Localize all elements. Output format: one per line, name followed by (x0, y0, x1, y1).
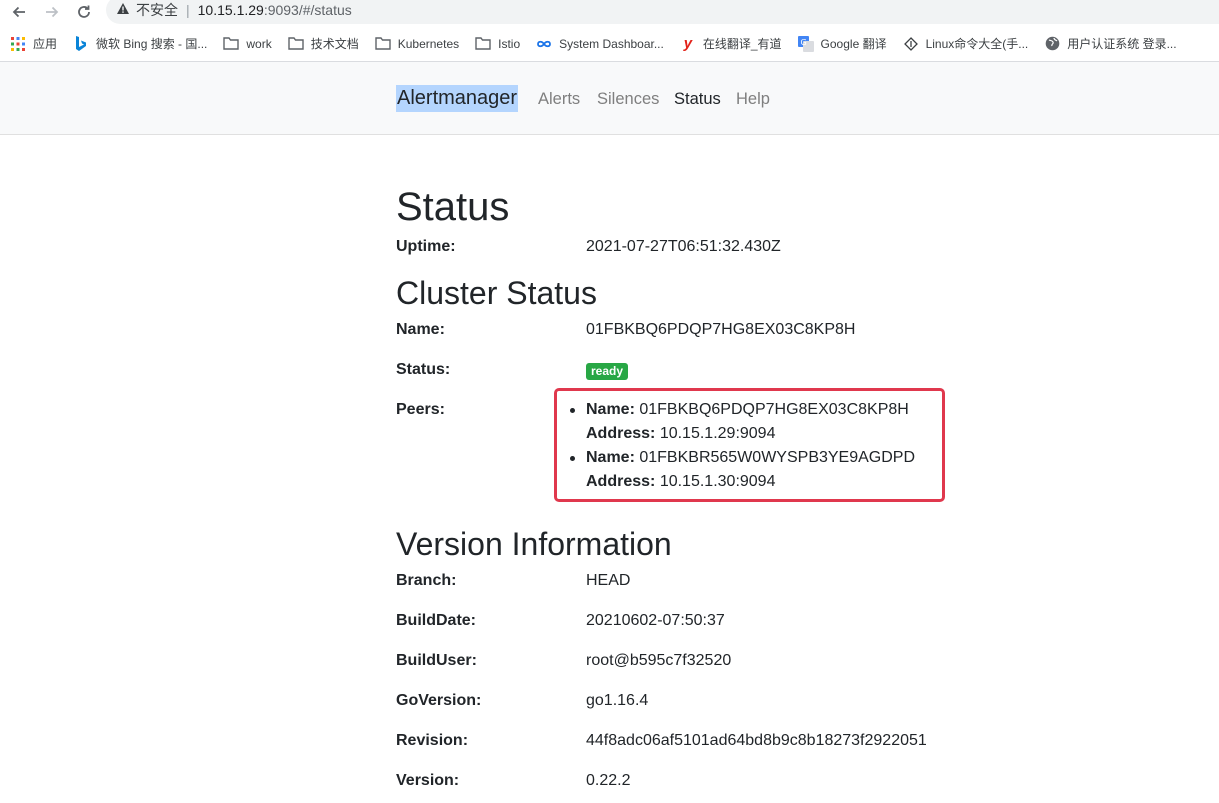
bookmark-label: 在线翻译_有道 (702, 37, 782, 51)
infinity-icon (536, 36, 552, 52)
brand-link[interactable]: Alertmanager (396, 85, 519, 112)
revision-label: Revision: (396, 732, 469, 749)
bookmark-folder-istio[interactable]: Istio (475, 36, 520, 52)
bookmark-label: Istio (498, 36, 521, 51)
uptime-value: 2021-07-27T06:51:32.430Z (586, 238, 781, 255)
peer-address: 10.15.1.30:9094 (659, 473, 776, 490)
bookmarks-bar: 应用 微软 Bing 搜索 - 国... work 技术文档 Kubernete… (0, 26, 1219, 62)
peer-item: Name: 01FBKBR565W0WYSPB3YE9AGDPD Address… (569, 446, 916, 494)
address-bar[interactable]: 不安全 | 10.15.1.29:9093/#/status (106, 0, 1219, 24)
go-version-label: GoVersion: (396, 692, 482, 709)
forward-button[interactable] (41, 1, 63, 23)
browser-toolbar: 不安全 | 10.15.1.29:9093/#/status (0, 0, 1219, 24)
bookmark-linux-commands[interactable]: Linux命令大全(手... (903, 35, 1029, 52)
status-badge: ready (586, 363, 629, 380)
bookmark-bing[interactable]: 微软 Bing 搜索 - 国... (73, 35, 207, 52)
url-path: :9093/#/status (263, 2, 352, 18)
cluster-status-heading: Cluster Status (396, 275, 597, 311)
version-label: Version: (396, 772, 460, 789)
google-translate-icon: G (797, 35, 814, 52)
apps-grid-icon (10, 36, 26, 52)
bookmark-label: Linux命令大全(手... (925, 37, 1029, 51)
peers-label: Peers: (396, 401, 445, 418)
peer-item: Name: 01FBKBQ6PDQP7HG8EX03C8KP8H Address… (569, 398, 915, 446)
back-button[interactable] (8, 1, 30, 23)
folder-icon (375, 36, 391, 52)
nav-link-silences[interactable]: Silences (597, 88, 659, 110)
peer-name: 01FBKBR565W0WYSPB3YE9AGDPD (639, 449, 916, 466)
page-title: Status (396, 185, 510, 229)
cluster-name-label: Name: (396, 321, 445, 338)
linux-icon (903, 36, 919, 52)
bing-icon (73, 35, 89, 52)
peer-address-label: Address: (586, 425, 656, 442)
cluster-status-label: Status: (396, 361, 451, 378)
peer-name-label: Name: (586, 401, 635, 418)
bookmark-label: System Dashboar... (559, 36, 664, 51)
bookmark-folder-docs[interactable]: 技术文档 (288, 35, 359, 52)
peer-name: 01FBKBQ6PDQP7HG8EX03C8KP8H (639, 401, 909, 418)
bookmark-apps[interactable]: 应用 (10, 35, 57, 52)
peer-name-label: Name: (586, 449, 635, 466)
bookmark-label: work (246, 36, 272, 51)
nav-link-status[interactable]: Status (674, 88, 721, 110)
arrow-right-icon (46, 6, 59, 18)
bookmark-folder-work[interactable]: work (223, 36, 272, 52)
folder-icon (475, 36, 491, 52)
bookmark-label: 微软 Bing 搜索 - 国... (96, 37, 208, 51)
version-value: 0.22.2 (586, 772, 631, 789)
security-label: 不安全 (136, 2, 178, 18)
youdao-icon: y (683, 35, 693, 52)
peer-address-label: Address: (586, 473, 656, 490)
build-user-label: BuildUser: (396, 652, 477, 669)
branch-label: Branch: (396, 572, 457, 589)
warning-icon (116, 2, 130, 18)
bookmark-label: Kubernetes (397, 36, 460, 51)
nav-link-help[interactable]: Help (736, 88, 770, 110)
bookmark-youdao[interactable]: y 在线翻译_有道 (680, 35, 782, 52)
build-date-value: 20210602-07:50:37 (586, 612, 725, 629)
bookmark-label: 用户认证系统 登录... (1067, 37, 1177, 51)
app-navbar: Alertmanager Alerts Silences Status Help (0, 62, 1219, 135)
go-version-value: go1.16.4 (586, 692, 649, 709)
peers-list: Name: 01FBKBQ6PDQP7HG8EX03C8KP8H Address… (569, 398, 916, 494)
reload-button[interactable] (73, 1, 95, 23)
svg-text:G: G (800, 38, 806, 47)
folder-icon (288, 36, 304, 52)
revision-value: 44f8adc06af5101ad64bd8b9c8b18273f2922051 (586, 732, 927, 749)
nav-link-alerts[interactable]: Alerts (538, 88, 580, 110)
cluster-name-value: 01FBKBQ6PDQP7HG8EX03C8KP8H (586, 321, 856, 338)
bookmark-folder-kubernetes[interactable]: Kubernetes (375, 36, 459, 52)
build-user-value: root@b595c7f32520 (586, 652, 732, 669)
omnibox-separator: | (186, 2, 190, 18)
branch-value: HEAD (586, 572, 631, 589)
uptime-label: Uptime: (396, 238, 456, 255)
bookmark-auth-system[interactable]: 用户认证系统 登录... (1044, 35, 1177, 52)
build-date-label: BuildDate: (396, 612, 476, 629)
folder-icon (223, 36, 240, 52)
arrow-left-icon (12, 6, 25, 18)
url-host: 10.15.1.29 (197, 2, 264, 18)
version-info-heading: Version Information (396, 526, 672, 562)
bookmark-label: Google 翻译 (820, 37, 887, 51)
reload-icon (78, 5, 90, 18)
bookmark-google-translate[interactable]: G Google 翻译 (797, 35, 887, 52)
bookmark-label: 应用 (33, 37, 58, 51)
bookmark-system-dashboard[interactable]: System Dashboar... (536, 36, 664, 52)
peer-address: 10.15.1.29:9094 (659, 425, 776, 442)
globe-icon (1044, 36, 1060, 52)
bookmark-label: 技术文档 (310, 37, 359, 51)
